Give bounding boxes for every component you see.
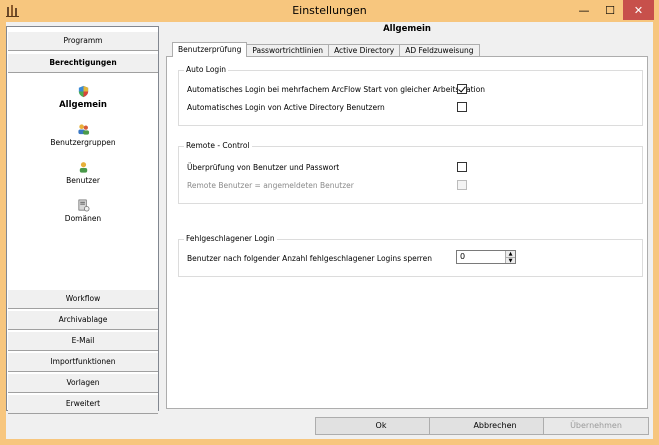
client-area: Programm Berechtigungen Allgemein Benutz… bbox=[6, 22, 653, 439]
title-bar[interactable]: Einstellungen — ☐ ✕ bbox=[0, 0, 659, 22]
tab-content: Auto Login Automatisches Login bei mehrf… bbox=[166, 56, 648, 409]
maximize-button[interactable]: ☐ bbox=[597, 0, 623, 20]
cancel-button[interactable]: Abbrechen bbox=[429, 417, 561, 435]
option-label: Überprüfung von Benutzer und Passwort bbox=[187, 163, 340, 172]
nav-button-email[interactable]: E-Mail bbox=[8, 331, 158, 351]
nav-button-vorlagen[interactable]: Vorlagen bbox=[8, 373, 158, 393]
nav-item-label: Benutzergruppen bbox=[50, 138, 116, 147]
remote-user-equals-logged-user-checkbox bbox=[457, 180, 467, 190]
nav-item-label: Allgemein bbox=[59, 100, 107, 110]
option-label: Automatisches Login von Active Directory… bbox=[187, 103, 385, 112]
auto-login-same-workstation-checkbox[interactable] bbox=[457, 84, 467, 94]
nav-button-archivablage[interactable]: Archivablage bbox=[8, 310, 158, 330]
option-label: Remote Benutzer = angemeldeten Benutzer bbox=[187, 181, 354, 190]
nav-button-workflow[interactable]: Workflow bbox=[8, 289, 158, 309]
minimize-button[interactable]: — bbox=[571, 0, 597, 20]
nav-item-domaenen[interactable]: Domänen bbox=[8, 199, 158, 223]
check-user-password-checkbox[interactable] bbox=[457, 162, 467, 172]
nav-button-programm[interactable]: Programm bbox=[8, 31, 158, 51]
option-label: Automatisches Login bei mehrfachem ArcFl… bbox=[187, 85, 486, 94]
auto-login-ad-users-checkbox[interactable] bbox=[457, 102, 467, 112]
settings-window: Einstellungen — ☐ ✕ Programm Berechtigun… bbox=[0, 0, 659, 445]
option-label: Benutzer nach folgender Anzahl fehlgesch… bbox=[187, 254, 432, 263]
window-title: Einstellungen bbox=[292, 4, 367, 17]
spin-down-icon[interactable]: ▼ bbox=[505, 257, 515, 264]
settings-nav: Programm Berechtigungen Allgemein Benutz… bbox=[6, 26, 159, 414]
nav-item-label: Domänen bbox=[64, 214, 102, 223]
users-group-icon bbox=[77, 124, 89, 135]
nav-item-benutzer[interactable]: Benutzer bbox=[8, 161, 158, 185]
group-remote-control: Remote - Control Überprüfung von Benutze… bbox=[178, 141, 643, 204]
close-button[interactable]: ✕ bbox=[623, 0, 654, 20]
group-failed-login: Fehlgeschlagener Login Benutzer nach fol… bbox=[178, 234, 643, 277]
group-legend: Remote - Control bbox=[184, 141, 252, 150]
domain-server-icon bbox=[78, 199, 89, 212]
spinner-value[interactable]: 0 bbox=[460, 252, 465, 261]
nav-button-importfunktionen[interactable]: Importfunktionen bbox=[8, 352, 158, 372]
nav-item-benutzergruppen[interactable]: Benutzergruppen bbox=[8, 123, 158, 147]
group-legend: Fehlgeschlagener Login bbox=[184, 234, 277, 243]
tab-strip: Benutzerprüfung Passwortrichtlinien Acti… bbox=[172, 42, 480, 57]
ok-button[interactable]: Ok bbox=[315, 417, 447, 435]
nav-button-berechtigungen[interactable]: Berechtigungen bbox=[8, 53, 158, 73]
user-icon bbox=[79, 162, 87, 173]
group-auto-login: Auto Login Automatisches Login bei mehrf… bbox=[178, 65, 643, 126]
group-legend: Auto Login bbox=[184, 65, 229, 74]
panel-title: Allgemein bbox=[383, 24, 431, 34]
apply-button[interactable]: Übernehmen bbox=[543, 417, 649, 435]
nav-item-allgemein[interactable]: Allgemein bbox=[8, 85, 158, 110]
tab-benutzerpruefung[interactable]: Benutzerprüfung bbox=[172, 42, 248, 57]
nav-button-erweitert[interactable]: Erweitert bbox=[8, 394, 158, 414]
failed-login-count-spinner[interactable]: 0 ▲ ▼ bbox=[456, 250, 516, 264]
shield-icon bbox=[78, 85, 88, 98]
nav-item-label: Benutzer bbox=[66, 176, 100, 185]
